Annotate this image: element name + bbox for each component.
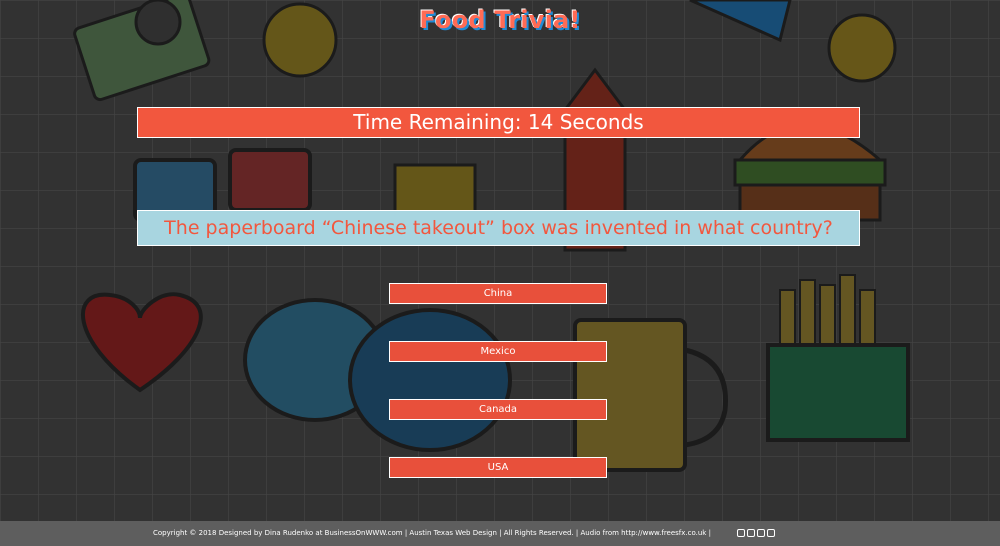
question-box: The paperboard “Chinese takeout” box was…: [137, 210, 860, 246]
answer-button-china[interactable]: China: [389, 283, 607, 304]
footer-bar: Copyright © 2018 Designed by Dina Rudenk…: [0, 521, 1000, 546]
answer-button-canada[interactable]: Canada: [389, 399, 607, 420]
social-icons: [737, 529, 775, 539]
footer-copyright: Copyright © 2018 Designed by Dina Rudenk…: [153, 529, 711, 537]
answer-button-mexico[interactable]: Mexico: [389, 341, 607, 362]
linkedin-icon[interactable]: [747, 529, 755, 537]
foursquare-icon[interactable]: [757, 529, 765, 537]
time-remaining-banner: Time Remaining: 14 Seconds: [137, 107, 860, 138]
instagram-icon[interactable]: [737, 529, 745, 537]
answer-button-usa[interactable]: USA: [389, 457, 607, 478]
page-title: Food Trivia!: [419, 6, 581, 34]
facebook-icon[interactable]: [767, 529, 775, 537]
